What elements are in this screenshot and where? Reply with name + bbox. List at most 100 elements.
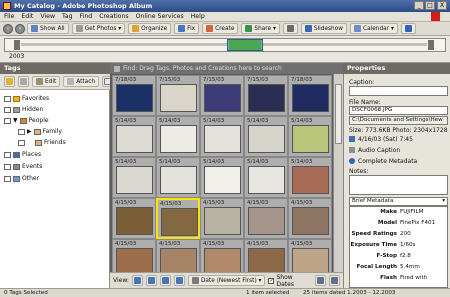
- view-single-button[interactable]: [173, 275, 185, 286]
- caption-input[interactable]: [349, 86, 448, 96]
- menu-creations[interactable]: Creations: [99, 13, 128, 20]
- menu-tag[interactable]: Tag: [62, 13, 72, 20]
- organize-button[interactable]: Organize: [128, 23, 172, 34]
- back-icon[interactable]: ‹: [3, 23, 13, 34]
- forward-icon[interactable]: ›: [15, 23, 25, 34]
- photo-thumbnail[interactable]: 4/15/03: [112, 198, 156, 239]
- print-button[interactable]: [282, 23, 298, 34]
- find-bar[interactable]: Find: Drag Tags, Photos and Creations he…: [110, 63, 343, 74]
- photo-thumbnail[interactable]: 7/15/03: [200, 75, 244, 116]
- photo-image: [116, 207, 153, 235]
- tag-friends[interactable]: Friends: [18, 139, 66, 146]
- date-edit-icon[interactable]: [349, 136, 355, 144]
- photo-scrollbar[interactable]: [333, 74, 343, 272]
- tag-family[interactable]: ▶ Family: [18, 128, 62, 135]
- checkbox[interactable]: [18, 139, 25, 146]
- show-dates-checkbox[interactable]: ✓: [268, 277, 275, 284]
- new-category-button[interactable]: [18, 76, 29, 87]
- help-button[interactable]: [400, 23, 416, 34]
- zoom-button[interactable]: [329, 275, 341, 286]
- checkbox[interactable]: [4, 163, 11, 170]
- complete-metadata-link[interactable]: Complete Metadata: [358, 158, 417, 165]
- checkbox[interactable]: [4, 106, 11, 113]
- photo-thumbnail[interactable]: 4/15/03: [244, 239, 288, 272]
- new-tag-button[interactable]: [4, 76, 15, 87]
- timeline-track[interactable]: [4, 38, 446, 52]
- photo-thumbnail[interactable]: 4/15/03: [156, 198, 200, 239]
- file-name-input[interactable]: DSCF0068.JPG: [349, 106, 448, 115]
- main-toolbar: ‹ › Show All Get Photos ▾ Organize Fix C…: [0, 22, 450, 36]
- menu-edit[interactable]: Edit: [21, 13, 33, 20]
- share-button[interactable]: Share ▾: [241, 23, 280, 34]
- menu-file[interactable]: File: [4, 13, 14, 20]
- slideshow-button[interactable]: Slideshow: [300, 23, 348, 34]
- photo-thumbnail[interactable]: 7/18/03: [112, 75, 156, 116]
- tag-favorites[interactable]: Favorites: [4, 95, 49, 102]
- checkbox[interactable]: [4, 175, 11, 182]
- menu-help[interactable]: Help: [191, 13, 205, 20]
- attach-tag-button[interactable]: Attach: [63, 76, 100, 87]
- photo-thumbnail[interactable]: 5/14/03: [112, 116, 156, 157]
- photo-thumbnail[interactable]: 7/15/03: [244, 75, 288, 116]
- tag-hidden[interactable]: Hidden: [4, 106, 43, 113]
- photo-thumbnail[interactable]: 4/15/03: [244, 198, 288, 239]
- photo-date-label: 5/14/03: [115, 159, 137, 165]
- photo-thumbnail[interactable]: 5/14/03: [112, 157, 156, 198]
- photo-thumbnail[interactable]: 7/15/03: [156, 75, 200, 116]
- expand-arrow-icon[interactable]: ▶: [27, 128, 32, 135]
- close-button[interactable]: X: [437, 1, 447, 10]
- photo-thumbnail[interactable]: 5/14/03: [288, 157, 332, 198]
- maximize-button[interactable]: □: [425, 1, 435, 10]
- tag-people[interactable]: ▼ People: [4, 117, 49, 124]
- view-large-button[interactable]: [159, 275, 171, 286]
- share-icon: [245, 25, 253, 32]
- photo-thumbnail[interactable]: 5/14/03: [200, 116, 244, 157]
- photo-thumbnail[interactable]: 7/18/03: [288, 75, 332, 116]
- metadata-row: Model FinePix F401: [350, 220, 447, 226]
- calendar-button[interactable]: Calendar ▾: [350, 23, 398, 34]
- view-label: View:: [113, 277, 129, 284]
- create-button[interactable]: Create: [202, 23, 239, 34]
- get-photos-button[interactable]: Get Photos ▾: [71, 23, 126, 34]
- show-all-button[interactable]: Show All: [27, 23, 69, 34]
- checkbox[interactable]: [4, 151, 11, 158]
- view-medium-button[interactable]: [145, 275, 157, 286]
- menu-view[interactable]: View: [40, 13, 55, 20]
- photo-thumbnail[interactable]: 5/14/03: [244, 116, 288, 157]
- tag-other[interactable]: Other: [4, 175, 39, 182]
- scrollbar-thumb[interactable]: [335, 84, 342, 144]
- metadata-icon[interactable]: [349, 158, 355, 166]
- photo-thumbnail[interactable]: 4/15/03: [156, 239, 200, 272]
- checkbox[interactable]: [18, 128, 25, 135]
- photo-image: [292, 125, 329, 153]
- tag-places[interactable]: Places: [4, 151, 41, 158]
- photo-thumbnail[interactable]: 4/15/03: [200, 198, 244, 239]
- notes-input[interactable]: [349, 175, 448, 195]
- audio-icon[interactable]: [349, 147, 355, 155]
- view-small-button[interactable]: [131, 275, 143, 286]
- single-photo-icon: [175, 277, 183, 284]
- edit-tag-button[interactable]: Edit: [32, 76, 61, 87]
- photo-thumbnail[interactable]: 4/15/03: [288, 239, 332, 272]
- collapse-arrow-icon[interactable]: ▼: [13, 117, 18, 124]
- photo-thumbnail[interactable]: 5/14/03: [244, 157, 288, 198]
- menu-online-services[interactable]: Online Services: [136, 13, 184, 20]
- tag-label: Places: [22, 151, 42, 158]
- photo-thumbnail[interactable]: 5/14/03: [200, 157, 244, 198]
- minimize-button[interactable]: _: [414, 1, 424, 10]
- photo-thumbnail[interactable]: 5/14/03: [156, 116, 200, 157]
- photo-thumbnail[interactable]: 4/15/03: [288, 198, 332, 239]
- rotate-button[interactable]: [315, 275, 327, 286]
- photo-thumbnail[interactable]: 4/15/03: [200, 239, 244, 272]
- audio-caption-label[interactable]: Audio Caption: [358, 147, 400, 154]
- sort-select[interactable]: Date (Newest First) ▾: [187, 275, 266, 286]
- checkbox[interactable]: [4, 95, 11, 102]
- metadata-select[interactable]: Brief Metadata ▾: [349, 197, 448, 206]
- fix-button[interactable]: Fix: [174, 23, 200, 34]
- tag-events[interactable]: Events: [4, 163, 42, 170]
- checkbox[interactable]: [4, 117, 11, 124]
- photo-thumbnail[interactable]: 5/14/03: [288, 116, 332, 157]
- photo-thumbnail[interactable]: 5/14/03: [156, 157, 200, 198]
- menu-find[interactable]: Find: [80, 13, 93, 20]
- photo-thumbnail[interactable]: 4/15/03: [112, 239, 156, 272]
